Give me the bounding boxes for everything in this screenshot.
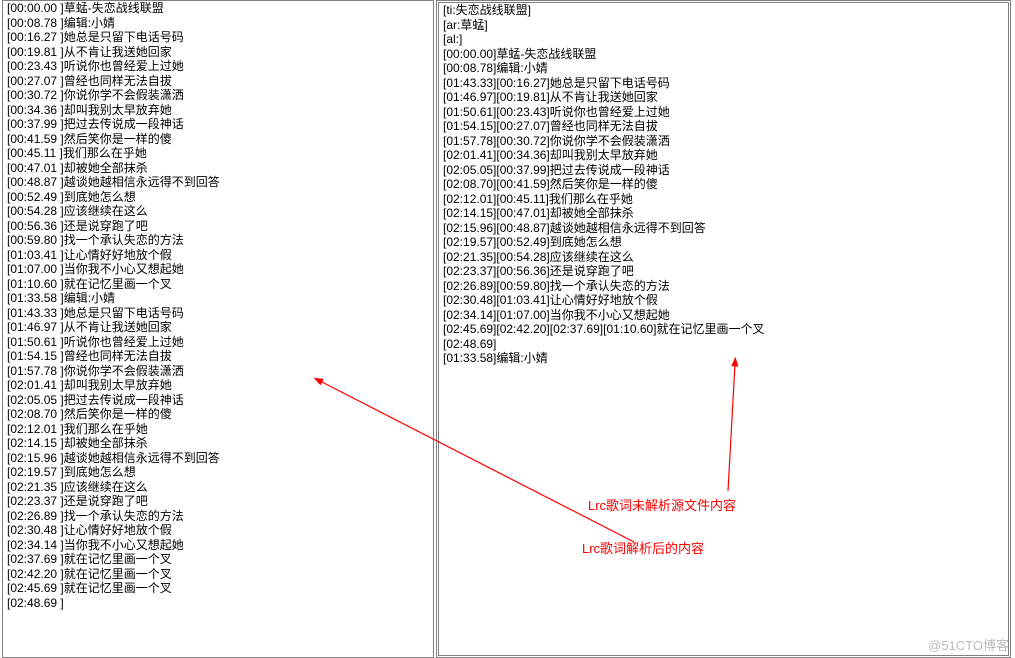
raw-lyric-line: [02:45.69][02:42.20][02:37.69][01:10.60]… bbox=[439, 322, 1008, 337]
parsed-lyric-line: [00:45.11 ]我们那么在乎她 bbox=[3, 146, 433, 161]
parsed-lyric-line: [02:30.48 ]让心情好好地放个假 bbox=[3, 523, 433, 538]
raw-lyric-line: [01:43.33][00:16.27]她总是只留下电话号码 bbox=[439, 76, 1008, 91]
annotation-parsed: Lrc歌词解析后的内容 bbox=[582, 538, 704, 557]
parsed-lyric-line: [01:50.61 ]听说你也曾经爱上过她 bbox=[3, 335, 433, 350]
parsed-lyric-line: [01:46.97 ]从不肯让我送她回家 bbox=[3, 320, 433, 335]
parsed-lyric-line: [01:54.15 ]曾经也同样无法自拔 bbox=[3, 349, 433, 364]
parsed-lyric-line: [02:26.89 ]找一个承认失恋的方法 bbox=[3, 509, 433, 524]
parsed-lyric-line: [00:27.07 ]曾经也同样无法自拔 bbox=[3, 74, 433, 89]
raw-lyric-line: [02:12.01][00:45.11]我们那么在乎她 bbox=[439, 192, 1008, 207]
raw-lyric-line: [02:14.15][00:47.01]却被她全部抹杀 bbox=[439, 206, 1008, 221]
parsed-lyric-line: [00:23.43 ]听说你也曾经爱上过她 bbox=[3, 59, 433, 74]
raw-lyric-line: [02:23.37][00:56.36]还是说穿跑了吧 bbox=[439, 264, 1008, 279]
raw-lyric-line: [al:] bbox=[439, 32, 1008, 47]
raw-lyric-line: [02:48.69] bbox=[439, 337, 1008, 352]
raw-lyric-line: [02:30.48][01:03.41]让心情好好地放个假 bbox=[439, 293, 1008, 308]
raw-lyric-line: [02:21.35][00:54.28]应该继续在这么 bbox=[439, 250, 1008, 265]
parsed-lyric-line: [00:00.00 ]草蜢-失恋战线联盟 bbox=[3, 1, 433, 16]
parsed-lyric-line: [02:23.37 ]还是说穿跑了吧 bbox=[3, 494, 433, 509]
raw-lyric-line: [02:15.96][00:48.87]越谈她越相信永远得不到回答 bbox=[439, 221, 1008, 236]
parsed-lyric-line: [00:08.78 ]编辑:小婧 bbox=[3, 16, 433, 31]
parsed-lyric-line: [01:07.00 ]当你我不小心又想起她 bbox=[3, 262, 433, 277]
parsed-lyric-line: [02:15.96 ]越谈她越相信永远得不到回答 bbox=[3, 451, 433, 466]
parsed-lyric-line: [02:19.57 ]到底她怎么想 bbox=[3, 465, 433, 480]
parsed-lyric-line: [02:48.69 ] bbox=[3, 596, 433, 611]
parsed-lyric-line: [00:41.59 ]然后笑你是一样的傻 bbox=[3, 132, 433, 147]
parsed-lyric-line: [00:52.49 ]到底她怎么想 bbox=[3, 190, 433, 205]
annotation-raw: Lrc歌词未解析源文件内容 bbox=[588, 495, 736, 514]
parsed-lyric-line: [01:57.78 ]你说你学不会假装潇洒 bbox=[3, 364, 433, 379]
parsed-lyric-line: [00:59.80 ]找一个承认失恋的方法 bbox=[3, 233, 433, 248]
parsed-lyric-line: [02:42.20 ]就在记忆里画一个叉 bbox=[3, 567, 433, 582]
raw-lyric-line: [ti:失恋战线联盟] bbox=[439, 3, 1008, 18]
parsed-lyric-line: [02:37.69 ]就在记忆里画一个叉 bbox=[3, 552, 433, 567]
raw-lyric-line: [01:54.15][00:27.07]曾经也同样无法自拔 bbox=[439, 119, 1008, 134]
parsed-lyric-line: [00:56.36 ]还是说穿跑了吧 bbox=[3, 219, 433, 234]
raw-lyric-line: [02:05.05][00:37.99]把过去传说成一段神话 bbox=[439, 163, 1008, 178]
raw-lyric-line: [01:33.58]编辑:小婧 bbox=[439, 351, 1008, 366]
parsed-lyric-line: [02:05.05 ]把过去传说成一段神话 bbox=[3, 393, 433, 408]
watermark: @51CTO博客 bbox=[928, 635, 1009, 654]
raw-lyric-line: [00:08.78]编辑:小婧 bbox=[439, 61, 1008, 76]
parsed-lyric-line: [00:48.87 ]越谈她越相信永远得不到回答 bbox=[3, 175, 433, 190]
raw-lyric-line: [02:01.41][00:34.36]却叫我别太早放弃她 bbox=[439, 148, 1008, 163]
parsed-lyric-line: [01:10.60 ]就在记忆里画一个叉 bbox=[3, 277, 433, 292]
parsed-lyric-line: [00:37.99 ]把过去传说成一段神话 bbox=[3, 117, 433, 132]
raw-lyric-line: [ar:草蜢] bbox=[439, 18, 1008, 33]
raw-lyric-line: [02:26.89][00:59.80]找一个承认失恋的方法 bbox=[439, 279, 1008, 294]
parsed-lyric-line: [01:03.41 ]让心情好好地放个假 bbox=[3, 248, 433, 263]
raw-lyric-line: [02:08.70][00:41.59]然后笑你是一样的傻 bbox=[439, 177, 1008, 192]
parsed-lyric-line: [01:33.58 ]编辑:小婧 bbox=[3, 291, 433, 306]
raw-lyric-line: [01:57.78][00:30.72]你说你学不会假装潇洒 bbox=[439, 134, 1008, 149]
parsed-lyric-line: [00:54.28 ]应该继续在这么 bbox=[3, 204, 433, 219]
parsed-lyric-line: [00:34.36 ]却叫我别太早放弃她 bbox=[3, 103, 433, 118]
raw-lyric-line: [01:50.61][00:23.43]听说你也曾经爱上过她 bbox=[439, 105, 1008, 120]
raw-lyric-line: [00:00.00]草蜢-失恋战线联盟 bbox=[439, 47, 1008, 62]
parsed-lyric-line: [00:30.72 ]你说你学不会假装潇洒 bbox=[3, 88, 433, 103]
parsed-lyric-line: [02:08.70 ]然后笑你是一样的傻 bbox=[3, 407, 433, 422]
parsed-lyric-line: [00:19.81 ]从不肯让我送她回家 bbox=[3, 45, 433, 60]
parsed-lyric-line: [00:16.27 ]她总是只留下电话号码 bbox=[3, 30, 433, 45]
parsed-lyric-line: [02:21.35 ]应该继续在这么 bbox=[3, 480, 433, 495]
parsed-lyric-line: [02:14.15 ]却被她全部抹杀 bbox=[3, 436, 433, 451]
parsed-lyric-line: [01:43.33 ]她总是只留下电话号码 bbox=[3, 306, 433, 321]
parsed-lyric-line: [02:34.14 ]当你我不小心又想起她 bbox=[3, 538, 433, 553]
parsed-lyric-line: [00:47.01 ]却被她全部抹杀 bbox=[3, 161, 433, 176]
raw-lyric-line: [02:19.57][00:52.49]到底她怎么想 bbox=[439, 235, 1008, 250]
parsed-lyric-line: [02:45.69 ]就在记忆里画一个叉 bbox=[3, 581, 433, 596]
raw-lyric-line: [02:34.14][01:07.00]当你我不小心又想起她 bbox=[439, 308, 1008, 323]
parsed-lyric-line: [02:01.41 ]却叫我别太早放弃她 bbox=[3, 378, 433, 393]
left-output-pane[interactable]: [00:00.00 ]草蜢-失恋战线联盟[00:08.78 ]编辑:小婧[00:… bbox=[2, 0, 434, 658]
parsed-lyric-line: [02:12.01 ]我们那么在乎她 bbox=[3, 422, 433, 437]
right-source-pane[interactable]: [ti:失恋战线联盟][ar:草蜢][al:][00:00.00]草蜢-失恋战线… bbox=[436, 0, 1011, 658]
raw-lyric-line: [01:46.97][00:19.81]从不肯让我送她回家 bbox=[439, 90, 1008, 105]
